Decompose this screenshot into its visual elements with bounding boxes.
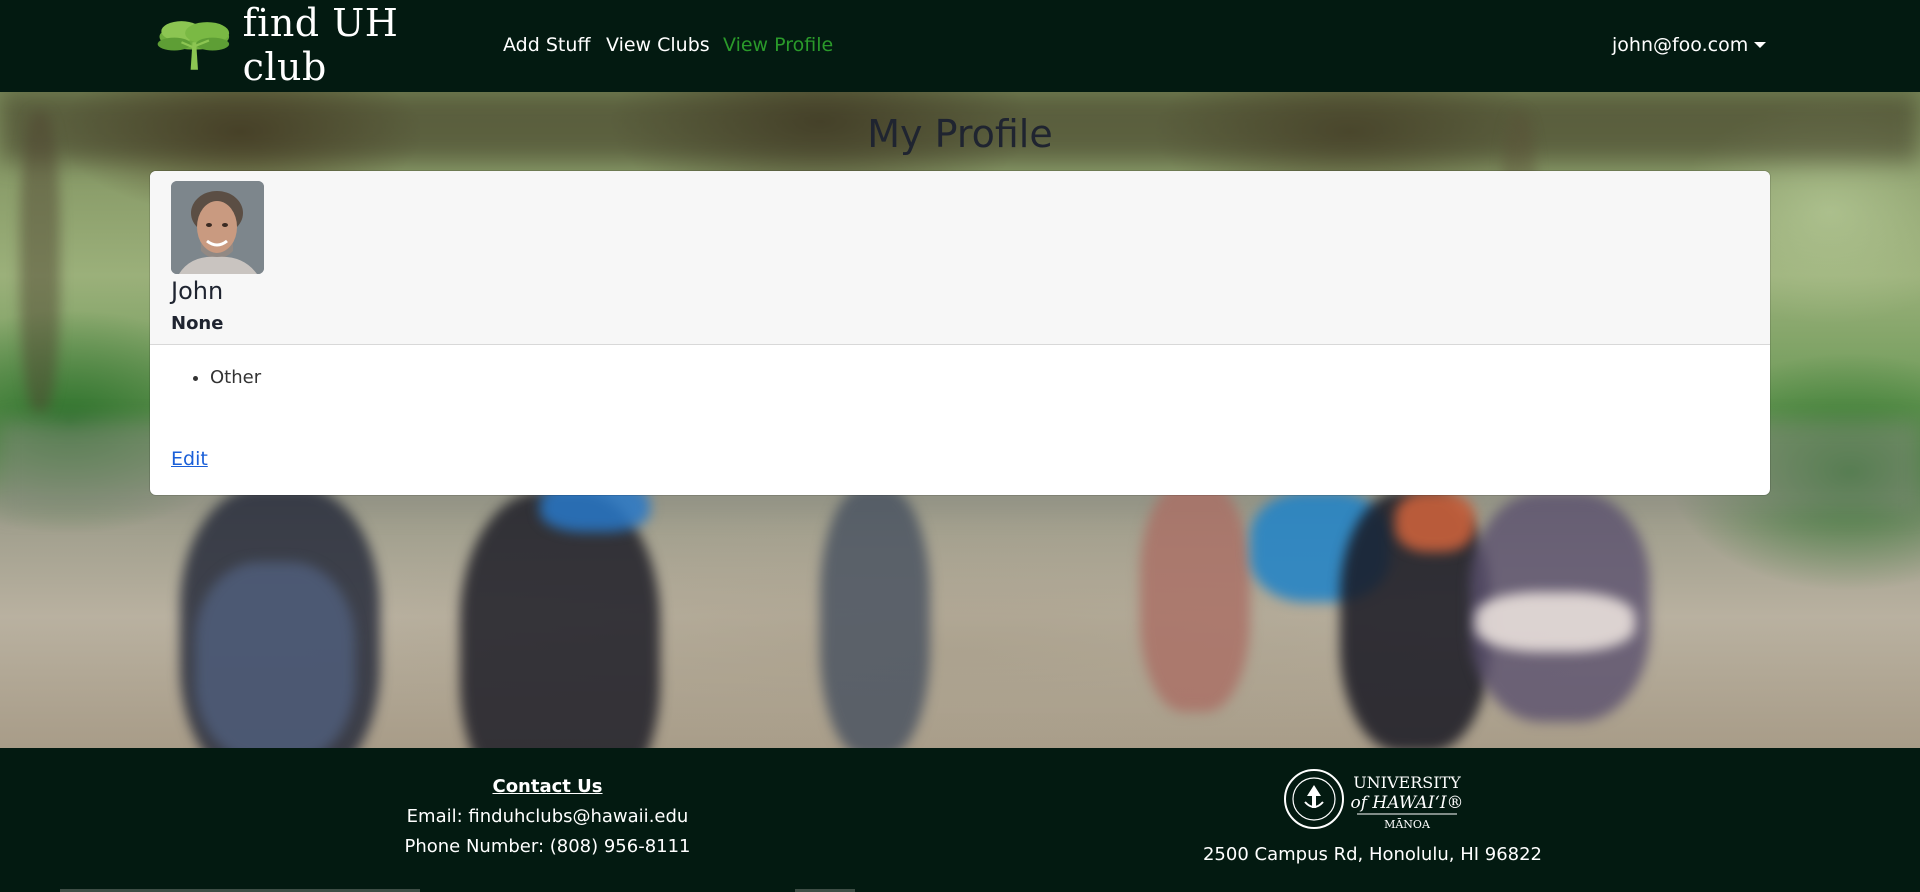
brand-logo-link[interactable]: find UH club — [154, 1, 474, 89]
contact-email: Email: finduhclubs@hawaii.edu — [406, 806, 689, 827]
tree-icon — [157, 21, 230, 70]
contact-title: Contact Us — [492, 776, 603, 797]
contact-section: Contact Us Email: finduhclubs@hawaii.edu… — [300, 772, 795, 862]
nav-add-stuff[interactable]: Add Stuff — [503, 34, 590, 56]
caret-down-icon — [1754, 42, 1767, 48]
university-seal-icon: UNIVERSITY of HAWAIʻI® MĀNOA — [1284, 769, 1464, 831]
interest-list: Other — [190, 367, 261, 388]
logo-line1: UNIVERSITY — [1353, 773, 1461, 792]
profile-subtitle: None — [171, 313, 224, 334]
page-title: My Profile — [867, 112, 1053, 156]
nav-view-clubs[interactable]: View Clubs — [606, 34, 710, 56]
university-address: 2500 Campus Rd, Honolulu, HI 96822 — [1202, 844, 1543, 865]
user-email: john@foo.com — [1612, 34, 1749, 56]
user-dropdown[interactable]: john@foo.com — [1612, 34, 1767, 56]
profile-card-header: John None — [150, 171, 1770, 345]
profile-name: John — [171, 277, 224, 305]
profile-photo-image — [171, 181, 264, 274]
edit-profile-link[interactable]: Edit — [171, 448, 208, 470]
brand-name: find UH club — [242, 1, 399, 89]
top-navbar: find UH club Add Stuff View Clubs View P… — [0, 0, 1920, 92]
avatar — [171, 181, 264, 274]
logo-line3: MĀNOA — [1384, 818, 1431, 831]
list-item: Other — [210, 367, 261, 388]
contact-phone: Phone Number: (808) 956-8111 — [404, 836, 691, 857]
nav-view-profile[interactable]: View Profile — [723, 34, 833, 56]
university-logo[interactable]: UNIVERSITY of HAWAIʻI® MĀNOA — [1283, 768, 1464, 832]
footer: Contact Us Email: finduhclubs@hawaii.edu… — [0, 748, 1920, 892]
logo-line2: of HAWAIʻI® — [1350, 793, 1463, 813]
profile-card: John None Other Edit — [150, 171, 1770, 495]
